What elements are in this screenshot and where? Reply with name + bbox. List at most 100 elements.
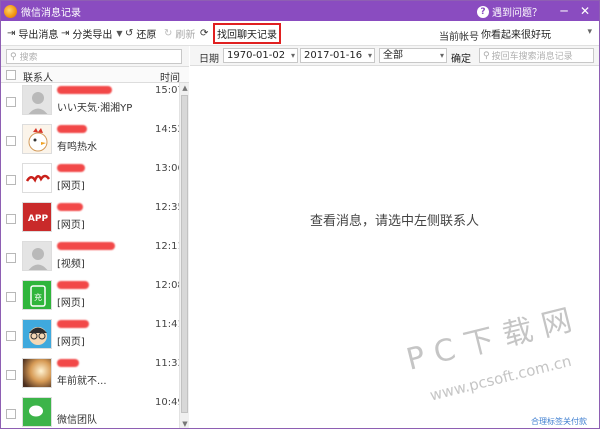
filter-bar: 日期 1970-01-02 ▾ ~ 2017-01-16 ▾ 全部 ▾ 确定 ⚲… xyxy=(190,46,599,66)
refresh-button[interactable]: ↻ 刷新 xyxy=(164,25,195,42)
scroll-up-icon[interactable]: ▲ xyxy=(180,83,190,93)
chevron-down-icon[interactable]: ▼ xyxy=(116,29,122,38)
contact-last-message: [网页] xyxy=(57,220,85,231)
contact-last-message: [视频] xyxy=(57,259,85,270)
contact-last-message: [网页] xyxy=(57,337,85,348)
chevron-down-icon: ▾ xyxy=(587,27,592,37)
contact-checkbox[interactable] xyxy=(6,97,16,107)
contact-checkbox[interactable] xyxy=(6,214,16,224)
recover-chat-button[interactable]: ⟳ 找回聊天记录 xyxy=(200,23,281,44)
export-icon: ⇥ xyxy=(7,28,16,39)
empty-state-message: 查看消息，请选中左侧联系人 xyxy=(309,214,479,229)
message-search-input[interactable]: ⚲ 按回车搜索消息记录 xyxy=(479,48,594,63)
date-from-value: 1970-01-02 xyxy=(227,50,286,61)
column-contact[interactable]: 联系人 xyxy=(23,69,53,84)
restore-button[interactable]: ↺ 还原 xyxy=(125,25,156,42)
close-button[interactable]: ✕ xyxy=(577,3,593,19)
contact-checkbox[interactable] xyxy=(6,409,16,419)
account-value: 你看起来很好玩 xyxy=(481,30,551,41)
category-export-button[interactable]: ⇥ 分类导出 ▼ xyxy=(61,25,123,42)
contact-name-redacted xyxy=(57,359,79,367)
contact-search-row: ⚲ 搜索 xyxy=(1,46,189,66)
contact-time: 14:52 xyxy=(155,124,179,135)
contact-checkbox[interactable] xyxy=(6,175,16,185)
contact-checkbox[interactable] xyxy=(6,370,16,380)
contact-pane: ⚲ 搜索 联系人 时间 15:07 いい天気·湘湘YP xyxy=(1,46,190,428)
contact-time: 12:11 xyxy=(155,241,179,252)
contact-time: 11:41 xyxy=(155,319,179,330)
contact-name-redacted xyxy=(57,125,87,133)
avatar-cartoon-icon xyxy=(22,319,52,349)
svg-text:充: 充 xyxy=(34,292,42,302)
help-link[interactable]: ? 遇到问题？ xyxy=(477,4,542,19)
contact-checkbox[interactable] xyxy=(6,253,16,263)
avatar-rooster-icon xyxy=(22,124,52,154)
account-label: 当前帐号 xyxy=(439,32,479,43)
minimize-button[interactable]: ─ xyxy=(556,3,572,19)
contact-last-message: 微信团队 xyxy=(57,415,97,426)
chevron-down-icon: ▾ xyxy=(367,51,372,60)
contact-time: 15:07 xyxy=(155,85,179,96)
contact-name-redacted xyxy=(57,242,115,250)
app-window: 微信消息记录 ? 遇到问题？ ─ ✕ ⇥ 导出消息 ⇥ 分类导出 ▼ ↺ 还原 … xyxy=(0,0,600,429)
contact-row[interactable]: 10:49 微信团队 xyxy=(1,395,179,428)
date-to-value: 2017-01-16 xyxy=(304,50,363,61)
restore-icon: ↺ xyxy=(125,28,134,39)
contact-row[interactable]: 12:11 [视频] xyxy=(1,239,179,278)
message-type-select[interactable]: 全部 ▾ xyxy=(379,48,447,63)
date-from-select[interactable]: 1970-01-02 ▾ xyxy=(223,48,298,63)
contact-list-header: 联系人 时间 xyxy=(1,66,189,84)
contact-row[interactable]: 充 12:08 [网页] xyxy=(1,278,179,317)
contact-search-placeholder: 搜索 xyxy=(19,53,38,63)
contact-row[interactable]: APP 12:35 [网页] xyxy=(1,200,179,239)
contact-name-redacted xyxy=(57,164,85,172)
account-select[interactable]: 你看起来很好玩 ▾ xyxy=(481,25,595,42)
contact-last-message: いい天気·湘湘YP xyxy=(57,103,133,114)
contact-name-redacted xyxy=(57,203,83,211)
recover-chat-label: 找回聊天记录 xyxy=(217,30,277,41)
contact-row[interactable]: 14:52 有鸣热水 xyxy=(1,122,179,161)
contact-last-message: 有鸣热水 xyxy=(57,142,97,153)
date-label: 日期 xyxy=(199,54,219,65)
chevron-down-icon: ▾ xyxy=(439,51,444,60)
avatar-default-icon xyxy=(22,241,52,271)
avatar-newspaper-icon xyxy=(22,163,52,193)
recover-icon: ⟳ xyxy=(200,28,209,39)
category-export-icon: ⇥ xyxy=(61,28,70,39)
contact-row[interactable]: 13:06 [网页] xyxy=(1,161,179,200)
avatar-wechat-icon xyxy=(22,397,52,427)
search-icon: ⚲ xyxy=(10,51,17,62)
column-time[interactable]: 时间 xyxy=(160,69,180,84)
export-messages-button[interactable]: ⇥ 导出消息 xyxy=(7,25,58,42)
contact-row[interactable]: 11:41 [网页] xyxy=(1,317,179,356)
scroll-thumb[interactable] xyxy=(181,95,188,413)
restore-label: 还原 xyxy=(136,30,157,41)
contact-search-input[interactable]: ⚲ 搜索 xyxy=(6,49,182,64)
select-all-checkbox[interactable] xyxy=(6,70,16,80)
contact-list-scrollbar[interactable]: ▲ ▼ xyxy=(179,83,190,428)
contact-last-message: [网页] xyxy=(57,298,85,309)
bottom-link[interactable]: 合理标签关付款 xyxy=(531,416,587,427)
avatar-default-icon xyxy=(22,85,52,115)
refresh-label: 刷新 xyxy=(175,30,196,41)
contact-name-redacted xyxy=(57,281,89,289)
contact-checkbox[interactable] xyxy=(6,331,16,341)
app-logo-icon xyxy=(4,4,17,18)
date-to-select[interactable]: 2017-01-16 ▾ xyxy=(300,48,375,63)
contact-time: 11:33 xyxy=(155,358,179,369)
title-bar: 微信消息记录 ? 遇到问题？ ─ ✕ xyxy=(1,1,599,21)
contact-row[interactable]: 15:07 いい天気·湘湘YP xyxy=(1,83,179,122)
contact-time: 13:06 xyxy=(155,163,179,174)
contact-time: 12:35 xyxy=(155,202,179,213)
scroll-down-icon[interactable]: ▼ xyxy=(180,419,190,428)
confirm-button[interactable]: 确定 xyxy=(451,50,471,65)
search-icon: ⚲ xyxy=(483,50,490,61)
export-messages-label: 导出消息 xyxy=(18,30,59,41)
contact-list: 15:07 いい天気·湘湘YP 14:52 有鸣热水 13:06 xyxy=(1,83,179,428)
contact-checkbox[interactable] xyxy=(6,136,16,146)
contact-row[interactable]: 11:33 年前就不... xyxy=(1,356,179,395)
help-label: 遇到问题？ xyxy=(492,8,542,19)
contact-checkbox[interactable] xyxy=(6,292,16,302)
contact-name-redacted xyxy=(57,320,89,328)
contact-last-message: 年前就不... xyxy=(57,376,107,387)
